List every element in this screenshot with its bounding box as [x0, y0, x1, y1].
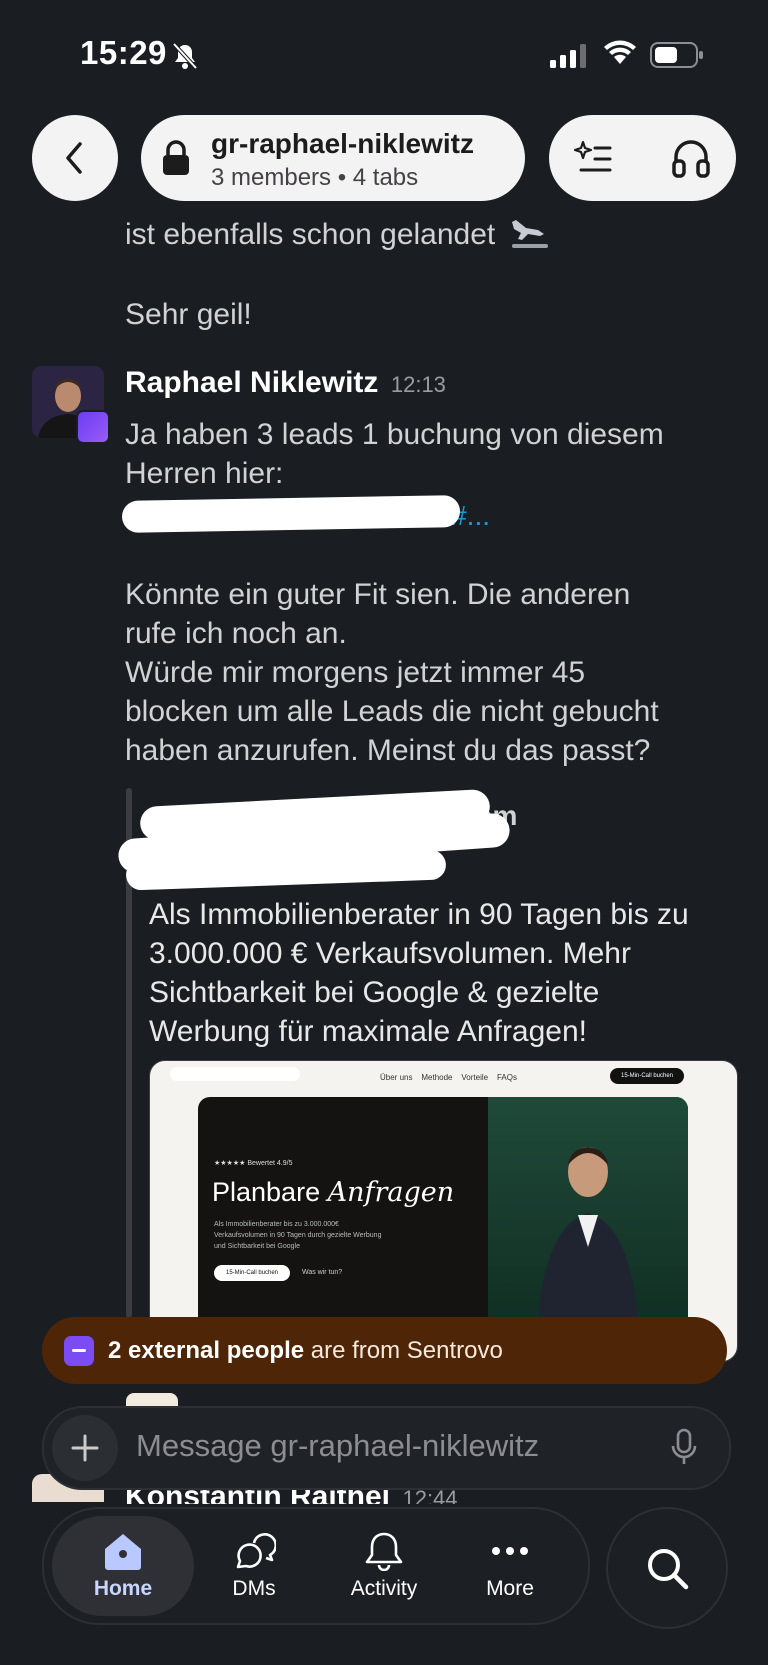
- message-line: ist ebenfalls schon gelandet: [125, 218, 496, 251]
- message-text: ist ebenfalls schon gelandet: [125, 215, 550, 254]
- banner-bold: 2 external people: [108, 1336, 305, 1364]
- header-actions: [549, 115, 736, 201]
- back-button[interactable]: [32, 115, 118, 201]
- headline-part: Anfragen: [327, 1177, 455, 1208]
- preview-body-line: und Sichtbarkeit bei Google: [214, 1243, 300, 1250]
- message-line: Könnte ein guter Fit sien. Die anderen: [125, 578, 631, 611]
- battery-icon: [650, 42, 703, 68]
- author-name[interactable]: Raphael Niklewitz: [125, 366, 378, 399]
- message-input[interactable]: Message gr-raphael-niklewitz: [136, 1428, 539, 1464]
- preview-nav: Über uns Methode Vorteile FAQs: [380, 1073, 517, 1082]
- unfurl-line: Als Immobilienberater in 90 Tagen bis zu: [149, 898, 689, 931]
- sentrovo-logo-icon: [64, 1335, 94, 1366]
- message-line: rufe ich noch an.: [125, 617, 347, 650]
- plus-icon: [71, 1434, 99, 1462]
- airplane-arriving-icon: [511, 220, 548, 248]
- message-line: Ja haben 3 leads 1 buchung von diesem: [125, 418, 664, 451]
- tab-activity[interactable]: Activity: [324, 1509, 444, 1623]
- redaction: [121, 495, 461, 533]
- tab-label: Home: [93, 1577, 153, 1600]
- microphone-icon[interactable]: [670, 1428, 698, 1466]
- unfurl-line: Sichtbarkeit bei Google & gezielte: [149, 976, 600, 1009]
- preview-rating: ★★★★★ Bewertet 4.9/5: [214, 1160, 293, 1167]
- message-line: Würde mir morgens jetzt immer 45: [125, 656, 586, 689]
- message-composer: Message gr-raphael-niklewitz: [42, 1406, 731, 1490]
- preview-cta: 15-Min-Call buchen: [214, 1265, 290, 1281]
- bell-slash-icon: [172, 42, 198, 70]
- cellular-signal-icon: [550, 44, 586, 68]
- headphones-icon[interactable]: [671, 137, 711, 179]
- search-icon: [648, 1549, 689, 1590]
- tab-label: Activity: [350, 1577, 418, 1600]
- channel-name: gr-raphael-niklewitz: [211, 128, 474, 159]
- status-time: 15:29: [80, 34, 167, 71]
- banner-rest: are from Sentrovo: [304, 1336, 503, 1364]
- attach-button[interactable]: [52, 1415, 118, 1481]
- redaction: [170, 1067, 300, 1081]
- message-text: Sehr geil!: [125, 298, 252, 331]
- bell-icon: [365, 1532, 403, 1571]
- headline-part: Planbare: [212, 1177, 321, 1207]
- banner-text: 2 external people are from Sentrovo: [108, 1337, 503, 1365]
- preview-headline: Planbare Anfragen: [212, 1177, 454, 1208]
- org-badge-icon: [76, 410, 110, 444]
- preview-secondary: Was wir tun?: [302, 1269, 343, 1276]
- message-body: Könnte ein guter Fit sien. Die anderen r…: [125, 575, 659, 770]
- home-icon: [105, 1534, 141, 1570]
- chevron-left-icon: [66, 142, 82, 174]
- message-header: Raphael Niklewitz 12:13: [125, 366, 446, 400]
- tab-label: More: [486, 1577, 534, 1600]
- preview-body-line: Verkaufsvolumen in 90 Tagen durch geziel…: [214, 1232, 382, 1239]
- wifi-icon: [604, 40, 636, 64]
- tab-label: DMs: [232, 1577, 276, 1600]
- nav-item: Vorteile: [461, 1073, 489, 1082]
- search-button[interactable]: [606, 1507, 728, 1629]
- channel-meta: 3 members • 4 tabs: [211, 164, 419, 191]
- nav-item: Methode: [421, 1073, 453, 1082]
- tab-dms[interactable]: DMs: [204, 1509, 304, 1623]
- preview-nav-cta: 15-Min-Call buchen: [610, 1068, 684, 1084]
- nav-item: FAQs: [496, 1073, 517, 1082]
- preview-body: Als Immobilienberater bis zu 3.000.000€ …: [214, 1219, 381, 1252]
- unfurl-line: 3.000.000 € Verkaufsvolumen. Mehr: [149, 937, 631, 970]
- message-line: haben anzurufen. Meinst du das passt?: [125, 734, 651, 767]
- message-line: Herren hier:: [125, 457, 284, 490]
- more-dots-icon: [492, 1547, 528, 1555]
- nav-item: Über uns: [380, 1073, 413, 1082]
- external-people-banner[interactable]: 2 external people are from Sentrovo: [42, 1317, 727, 1384]
- unfurl-line: Werbung für maximale Anfragen!: [149, 1015, 588, 1048]
- unfurl-description: Als Immobilienberater in 90 Tagen bis zu…: [149, 895, 689, 1051]
- dm-bubbles-icon: [236, 1533, 276, 1569]
- channel-header[interactable]: gr-raphael-niklewitz 3 members • 4 tabs: [141, 115, 525, 201]
- ai-summary-icon[interactable]: [573, 138, 613, 178]
- lock-icon: [163, 140, 189, 175]
- bottom-tab-bar: Home DMs Activity More: [42, 1507, 590, 1625]
- preview-body-line: Als Immobilienberater bis zu 3.000.000€: [214, 1221, 339, 1228]
- message-line: blocken um alle Leads die nicht gebucht: [125, 695, 659, 728]
- partial-avatar: [126, 1393, 178, 1407]
- message-time: 12:13: [390, 372, 446, 397]
- tab-home[interactable]: Home: [52, 1509, 194, 1623]
- tab-more[interactable]: More: [454, 1509, 566, 1623]
